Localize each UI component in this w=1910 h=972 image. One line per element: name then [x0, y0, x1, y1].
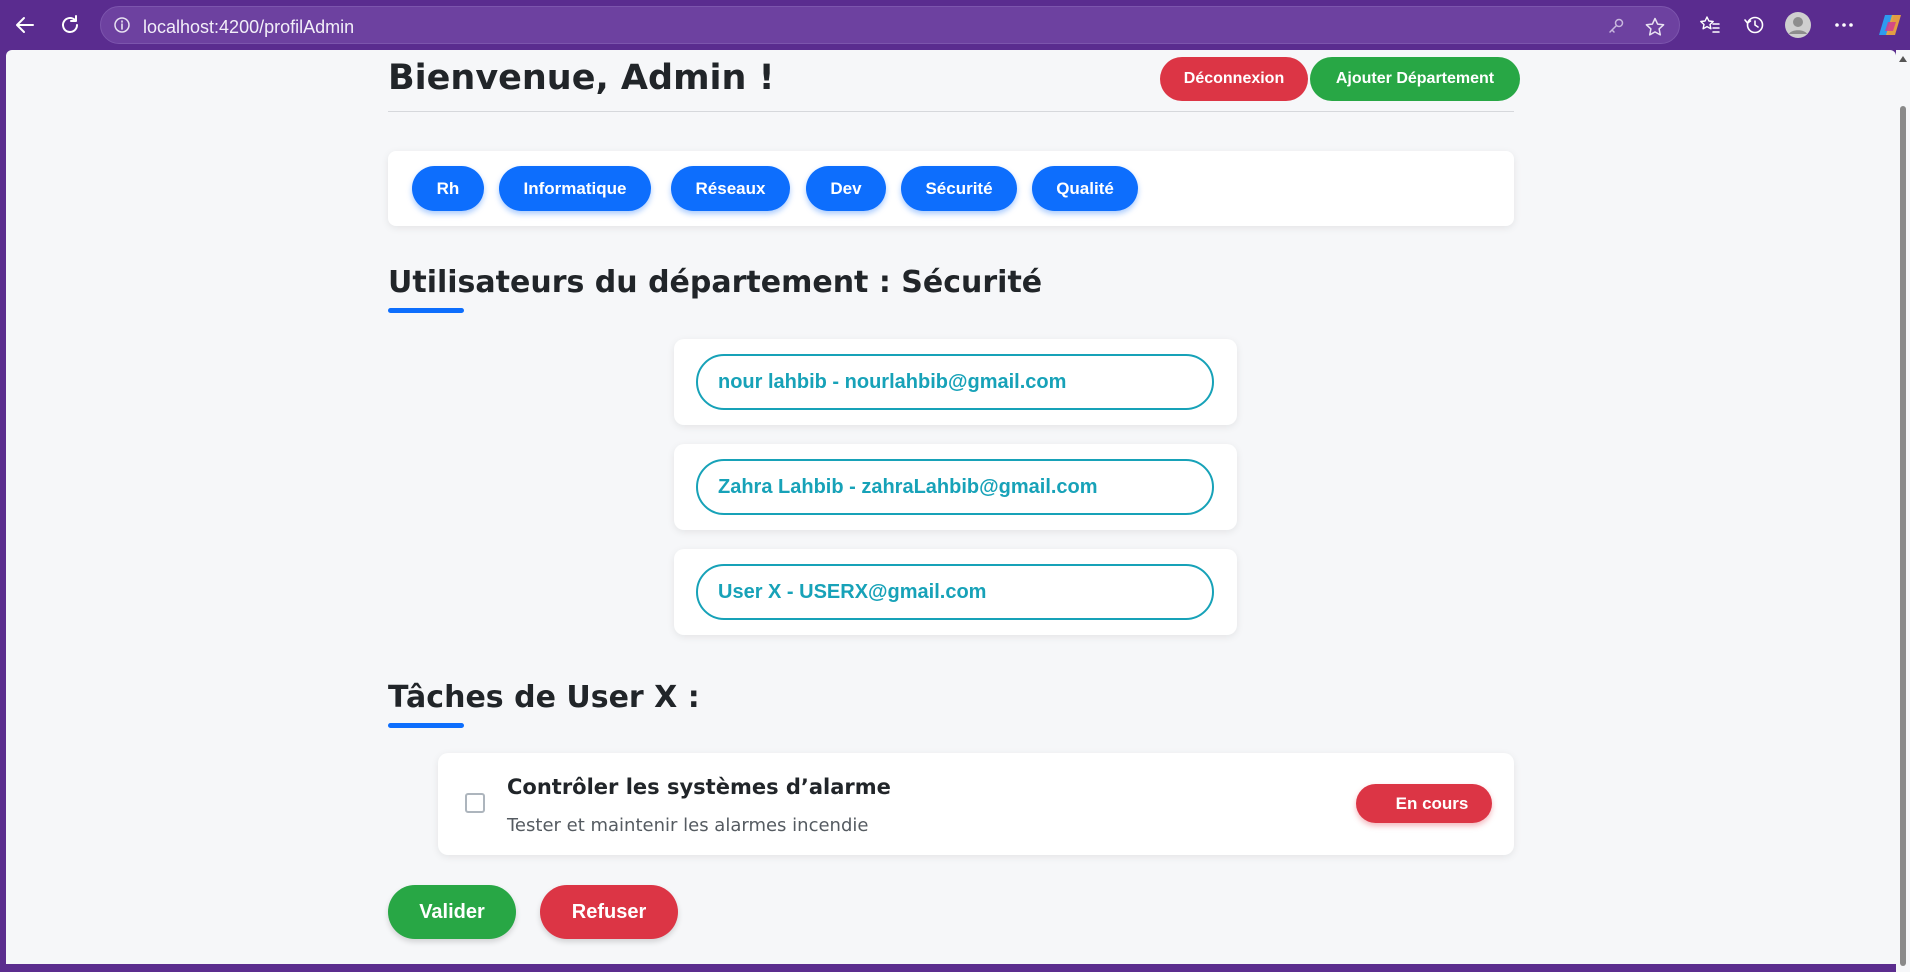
- users-title-underline: [388, 308, 464, 313]
- history-icon[interactable]: [1738, 9, 1770, 41]
- url-text: localhost:4200/profilAdmin: [143, 17, 355, 37]
- key-icon[interactable]: [1606, 16, 1626, 41]
- back-icon[interactable]: [9, 9, 41, 41]
- refuse-button[interactable]: Refuser: [540, 885, 678, 939]
- user-item[interactable]: User X - USERX@gmail.com: [696, 564, 1214, 620]
- page-header: Bienvenue, Admin ! Déconnexion Ajouter D…: [388, 50, 1520, 112]
- user-card: nour lahbib - nourlahbib@gmail.com: [674, 339, 1237, 425]
- address-bar[interactable]: localhost:4200/profilAdmin: [100, 6, 1680, 44]
- user-item[interactable]: nour lahbib - nourlahbib@gmail.com: [696, 354, 1214, 410]
- department-button-securite[interactable]: Sécurité: [901, 166, 1017, 211]
- validate-button[interactable]: Valider: [388, 885, 516, 939]
- task-title: Contrôler les systèmes d’alarme: [507, 775, 891, 799]
- task-checkbox[interactable]: [465, 793, 485, 813]
- users-section-title: Utilisateurs du département : Sécurité: [388, 265, 1043, 300]
- copilot-icon[interactable]: [1874, 9, 1906, 41]
- logout-button[interactable]: Déconnexion: [1160, 57, 1308, 101]
- page-title: Bienvenue, Admin !: [388, 58, 775, 98]
- add-department-button[interactable]: Ajouter Département: [1310, 57, 1520, 101]
- scrollbar-thumb[interactable]: [1900, 106, 1906, 966]
- department-button-reseaux[interactable]: Réseaux: [671, 166, 790, 211]
- task-item: Contrôler les systèmes d’alarme Tester e…: [438, 753, 1514, 855]
- refresh-icon[interactable]: [54, 9, 86, 41]
- info-icon[interactable]: [113, 16, 131, 39]
- window-bottom-border: [0, 964, 1896, 972]
- department-button-informatique[interactable]: Informatique: [499, 166, 651, 211]
- department-button-rh[interactable]: Rh: [412, 166, 484, 211]
- tasks-section-title: Tâches de User X :: [388, 680, 700, 715]
- department-bar: Rh Informatique Réseaux Dev Sécurité Qua…: [388, 151, 1514, 226]
- task-status-badge[interactable]: En cours: [1356, 784, 1492, 823]
- user-item[interactable]: Zahra Lahbib - zahraLahbib@gmail.com: [696, 459, 1214, 515]
- user-card: Zahra Lahbib - zahraLahbib@gmail.com: [674, 444, 1237, 530]
- department-button-dev[interactable]: Dev: [806, 166, 886, 211]
- favorites-icon[interactable]: [1694, 9, 1726, 41]
- more-icon[interactable]: [1828, 9, 1860, 41]
- browser-toolbar: localhost:4200/profilAdmin: [0, 0, 1910, 50]
- page-viewport: Bienvenue, Admin ! Déconnexion Ajouter D…: [6, 50, 1896, 964]
- page-scrollbar[interactable]: [1896, 50, 1910, 972]
- tasks-title-underline: [388, 723, 464, 728]
- scroll-up-icon[interactable]: [1899, 56, 1907, 62]
- main-container: Bienvenue, Admin ! Déconnexion Ajouter D…: [388, 50, 1520, 939]
- task-description: Tester et maintenir les alarmes incendie: [507, 815, 869, 836]
- profile-icon[interactable]: [1782, 9, 1814, 41]
- department-button-qualite[interactable]: Qualité: [1032, 166, 1138, 211]
- star-icon[interactable]: [1644, 16, 1666, 43]
- user-card: User X - USERX@gmail.com: [674, 549, 1237, 635]
